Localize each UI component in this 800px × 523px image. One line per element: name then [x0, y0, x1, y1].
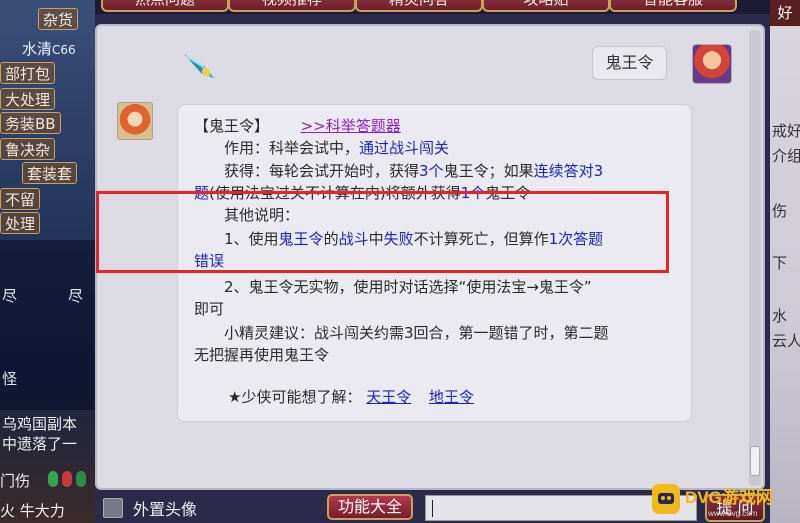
left-strip-text: 尽: [2, 287, 18, 305]
left-strip-item: 套装套: [22, 162, 78, 184]
right-strip-top: 好: [770, 0, 800, 26]
tab-bar: 热点问题 视频推荐 精灵问答 攻略贴 智能客服: [95, 0, 770, 14]
note-2-line-2: 即可: [194, 300, 225, 318]
tip-line-2: 无把握再使用鬼王令: [194, 346, 330, 364]
gem-icon: [48, 471, 58, 487]
right-strip-text: 戒好: [772, 122, 800, 140]
left-strip-item: 大处理: [0, 88, 56, 110]
user-message-bubble: 鬼王令: [592, 46, 667, 80]
watermark-brand: DVG游戏网: [685, 487, 773, 507]
spirit-icon: [184, 54, 214, 78]
quiz-tool-link[interactable]: >>科举答题器: [301, 117, 401, 135]
related-label: ★少侠可能想了解：: [228, 388, 362, 406]
game-background-left: 杂货 水清C66 部打包 大处理 务装BB 鲁决杂 套装套 不留 处理 尽 尽 …: [0, 0, 95, 523]
scrollbar-thumb[interactable]: [750, 446, 760, 476]
usage-line: 作用：科举会试中，通过战斗闯关: [224, 139, 450, 157]
left-strip-item: 处理: [0, 212, 41, 234]
answer-title-line: 【鬼王令】 >>科举答题器: [194, 116, 401, 136]
left-strip-text: 乌鸡国副本: [2, 415, 78, 433]
external-avatar-label: 外置头像: [133, 500, 198, 519]
game-background-right: 好 戒好 介组 伤 下 水 云人: [770, 0, 800, 523]
watermark-logo: DVG游戏网 www.dvg.com: [652, 484, 773, 518]
left-strip-item: 鲁决杂: [0, 138, 56, 160]
right-strip-text: 云人: [772, 332, 800, 350]
text-caret: [432, 500, 433, 517]
left-strip-item: 不留: [0, 188, 41, 210]
tip-line-1: 小精灵建议：战斗闯关约需3回合，第一题错了时，第二题: [224, 324, 609, 342]
tab-smart-service[interactable]: 智能客服: [609, 0, 737, 12]
tab-hot-questions[interactable]: 热点问题: [101, 0, 229, 12]
left-strip-text: 门伤: [0, 472, 31, 490]
left-strip-text: 中遗落了一: [2, 435, 78, 453]
spirit-avatar: [117, 102, 153, 140]
obtain-line-1: 获得：每轮会试开始时，获得3个鬼王令；如果连续答对3: [224, 162, 604, 180]
external-avatar-checkbox[interactable]: [103, 498, 123, 518]
user-avatar: [692, 44, 732, 84]
gem-icon: [76, 471, 86, 487]
answer-title: 【鬼王令】: [194, 117, 270, 135]
chat-scrollbar[interactable]: [749, 30, 761, 486]
left-strip-text: 水清C66: [22, 40, 76, 58]
right-strip-text: 水: [772, 307, 788, 325]
left-strip-text: 火 牛大力: [0, 502, 65, 520]
related-line: ★少侠可能想了解： 天王令 地王令: [228, 387, 474, 407]
function-menu-button[interactable]: 功能大全: [327, 494, 413, 520]
tab-spirit-qa[interactable]: 精灵问答: [355, 0, 483, 12]
right-strip-text: 下: [772, 254, 788, 272]
left-strip-item: 部打包: [0, 62, 56, 84]
related-link-diwangling[interactable]: 地王令: [429, 388, 474, 406]
right-strip-text: 伤: [772, 202, 788, 220]
tab-guides[interactable]: 攻略贴: [482, 0, 610, 12]
highlight-frame: [96, 191, 669, 273]
tab-video-recommend[interactable]: 视频推荐: [228, 0, 356, 12]
left-strip-text: 怪: [2, 370, 18, 388]
related-link-tianwangling[interactable]: 天王令: [366, 388, 411, 406]
left-strip-text: 尽: [68, 287, 84, 305]
left-strip-item: 务装BB: [0, 112, 61, 134]
right-strip-text: 介组: [772, 147, 800, 165]
note-2-line-1: 2、鬼王令无实物，使用时对话选择“使用法宝→鬼王令”: [224, 278, 592, 296]
gem-icon: [62, 471, 72, 487]
watermark-url: www.dvg.com: [707, 509, 758, 518]
left-strip-item: 杂货: [38, 8, 79, 30]
